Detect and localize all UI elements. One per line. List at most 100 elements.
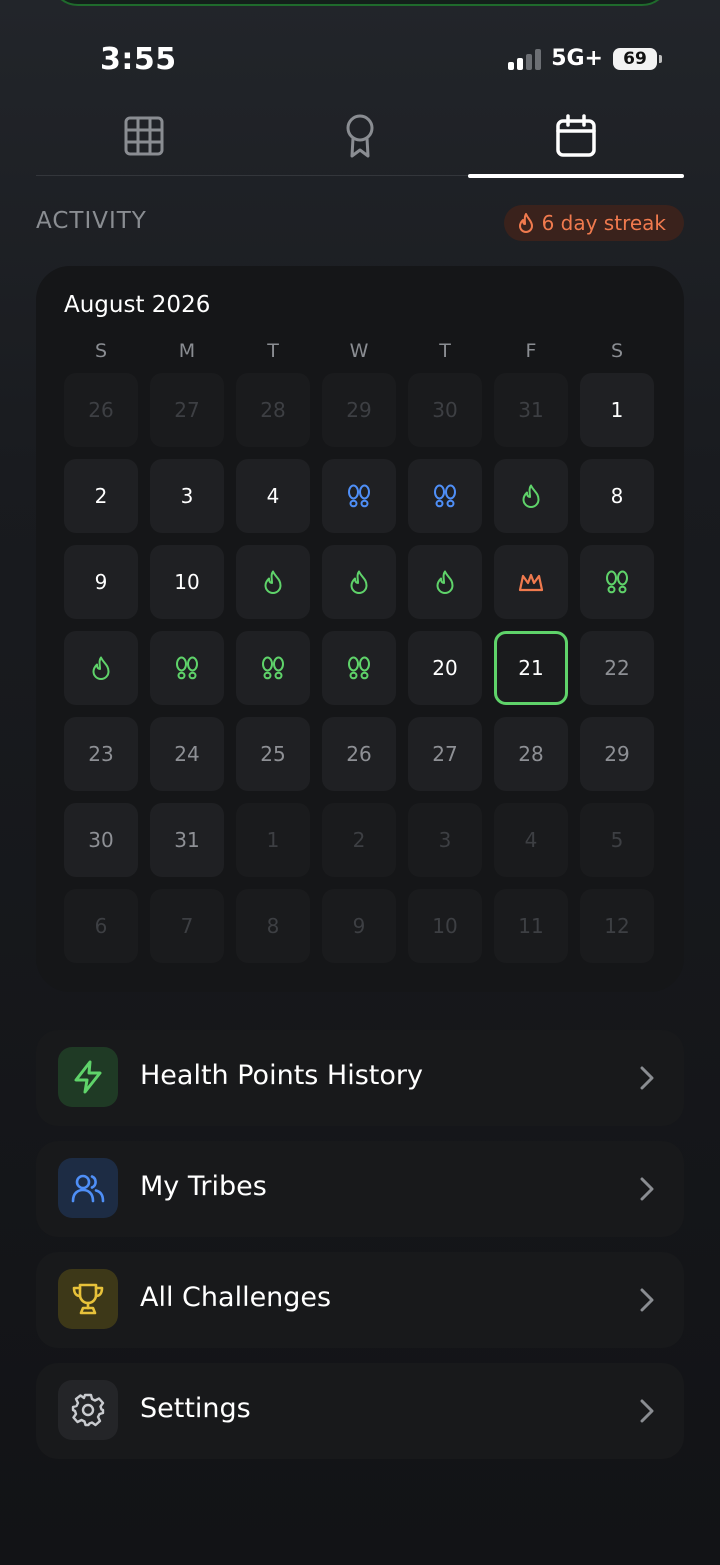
calendar-day[interactable]: 24 [150,717,224,791]
battery-icon: 69 [613,47,662,70]
flame-icon [435,570,455,594]
calendar-day-footsteps[interactable] [322,631,396,705]
footsteps-icon [260,656,286,680]
calendar-day[interactable]: 20 [408,631,482,705]
calendar-day[interactable]: 28 [494,717,568,791]
weekday-label: T [439,340,451,362]
calendar-day[interactable]: 25 [236,717,310,791]
calendar-day[interactable]: 7 [150,889,224,963]
calendar-day[interactable]: 11 [494,889,568,963]
calendar-day[interactable]: 5 [580,803,654,877]
trophy-icon [58,1269,118,1329]
weekday-label: T [267,340,279,362]
flame-icon [518,213,533,233]
calendar-day[interactable]: 30 [64,803,138,877]
calendar-day[interactable]: 29 [580,717,654,791]
calendar-day-flame[interactable] [408,545,482,619]
award-icon [346,114,374,158]
calendar-day[interactable]: 9 [64,545,138,619]
status-time: 3:55 [100,42,177,77]
calendar-day[interactable]: 28 [236,373,310,447]
calendar-month-title: August 2026 [64,292,211,318]
calendar-day[interactable]: 9 [322,889,396,963]
menu-label: Health Points History [140,1060,423,1091]
calendar-day[interactable]: 30 [408,373,482,447]
calendar-day[interactable]: 1 [236,803,310,877]
calendar-day[interactable]: 3 [408,803,482,877]
calendar-day-footsteps[interactable] [150,631,224,705]
calendar-day[interactable]: 29 [322,373,396,447]
tab-bar [36,96,684,178]
calendar-day[interactable]: 10 [150,545,224,619]
footsteps-icon [432,484,458,508]
weekday-label: W [349,340,369,362]
signal-icon [508,48,542,70]
streak-badge: 6 day streak [503,205,684,241]
footsteps-icon [174,656,200,680]
calendar-day[interactable]: 8 [580,459,654,533]
calendar-day-flame[interactable] [64,631,138,705]
calendar-day[interactable]: 12 [580,889,654,963]
gear-icon [58,1380,118,1440]
crown-icon [518,572,544,592]
calendar-day-footsteps[interactable] [580,545,654,619]
calendar-day[interactable]: 4 [236,459,310,533]
calendar-day[interactable]: 1 [580,373,654,447]
streak-label: 6 day streak [541,211,666,235]
calendar-day[interactable]: 26 [64,373,138,447]
network-type: 5G+ [551,46,603,71]
calendar-day[interactable]: 6 [64,889,138,963]
chevron-right-icon [640,1066,654,1090]
menu-label: My Tribes [140,1171,267,1202]
calendar-day[interactable]: 23 [64,717,138,791]
calendar-day[interactable]: 3 [150,459,224,533]
menu-my-tribes[interactable]: My Tribes [36,1141,684,1237]
menu-health-points-history[interactable]: Health Points History [36,1030,684,1126]
flame-icon [91,656,111,680]
calendar-day[interactable]: 2 [322,803,396,877]
tab-awards[interactable] [252,96,468,176]
chevron-right-icon [640,1399,654,1423]
calendar-day-footsteps[interactable] [408,459,482,533]
menu-settings[interactable]: Settings [36,1363,684,1459]
calendar-day[interactable]: 31 [494,373,568,447]
chevron-right-icon [640,1288,654,1312]
calendar-day-crown[interactable] [494,545,568,619]
calendar-day[interactable]: 10 [408,889,482,963]
menu-all-challenges[interactable]: All Challenges [36,1252,684,1348]
top-card-edge [50,0,670,6]
weekday-label: S [94,340,108,362]
calendar-day-today[interactable]: 21 [494,631,568,705]
calendar-day-flame[interactable] [494,459,568,533]
calendar-day[interactable]: 31 [150,803,224,877]
status-bar: 3:55 5G+ 69 [0,40,720,80]
calendar-day[interactable]: 8 [236,889,310,963]
calendar-day-footsteps[interactable] [322,459,396,533]
calendar-day-flame[interactable] [322,545,396,619]
footsteps-icon [346,656,372,680]
flame-icon [349,570,369,594]
calendar-day[interactable]: 2 [64,459,138,533]
activity-title: ACTIVITY [36,208,147,234]
chevron-right-icon [640,1177,654,1201]
calendar-day-footsteps[interactable] [236,631,310,705]
weekday-label: F [525,340,537,362]
calendar-day[interactable]: 22 [580,631,654,705]
weekday-header: S M T W T F S [64,340,656,362]
status-indicators: 5G+ 69 [508,46,662,71]
calendar-grid: 26 27 28 29 30 31 1 2 3 4 8 9 10 20 21 22 23 24 25 26 27 28 29… [64,373,654,963]
calendar-day-flame[interactable] [236,545,310,619]
battery-level: 69 [613,47,657,70]
calendar-day[interactable]: 26 [322,717,396,791]
calendar-day[interactable]: 27 [408,717,482,791]
footsteps-icon [604,570,630,594]
footsteps-icon [346,484,372,508]
menu-label: Settings [140,1393,251,1424]
grid-icon [124,116,164,156]
flame-icon [263,570,283,594]
weekday-label: S [610,340,624,362]
calendar-day[interactable]: 27 [150,373,224,447]
tab-grid[interactable] [36,96,252,176]
tab-calendar[interactable] [468,96,684,178]
calendar-day[interactable]: 4 [494,803,568,877]
